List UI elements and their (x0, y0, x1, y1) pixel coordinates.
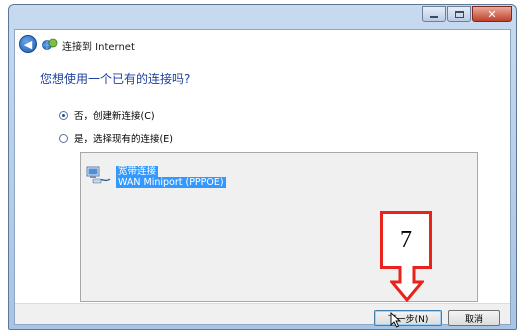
option-use-existing[interactable]: 是，选择现有的连接(E) (59, 131, 173, 145)
radio-button-selected[interactable] (59, 110, 68, 120)
network-connection-icon (86, 166, 111, 184)
minimize-button[interactable] (422, 6, 446, 22)
back-arrow-icon: ◀ (23, 37, 33, 51)
back-button[interactable]: ◀ (19, 35, 37, 53)
cancel-button[interactable]: 取消 (448, 310, 500, 326)
connect-to-internet-window: ✕ ◀ 连接到 Internet 您想使用一个已有的连接吗? 否，创建新连接(C… (8, 4, 517, 330)
dialog-title: 连接到 Internet (62, 42, 135, 53)
close-button[interactable]: ✕ (472, 6, 512, 22)
step-annotation-box: 7 (380, 211, 432, 269)
cancel-button-label: 取消 (464, 314, 483, 325)
option-label: 否，创建新连接(C) (74, 111, 155, 122)
connection-item-name[interactable]: 宽带连接 (116, 166, 159, 177)
maximize-button[interactable] (447, 6, 471, 22)
next-button[interactable]: 下一步(N) (374, 310, 442, 326)
radio-button[interactable] (59, 133, 68, 143)
maximize-icon (454, 10, 464, 18)
option-create-new[interactable]: 否，创建新连接(C) (59, 108, 155, 122)
connection-item-device[interactable]: WAN Miniport (PPPOE) (116, 177, 226, 188)
mouse-cursor-icon (390, 312, 402, 328)
page-heading: 您想使用一个已有的连接吗? (40, 72, 191, 86)
window-caption-buttons: ✕ (422, 6, 512, 22)
dialog-client-area: ◀ 连接到 Internet 您想使用一个已有的连接吗? 否，创建新连接(C) … (14, 29, 511, 326)
option-label: 是，选择现有的连接(E) (74, 134, 173, 145)
minimize-icon (430, 15, 438, 18)
internet-connection-icon (42, 38, 58, 50)
step-number: 7 (400, 226, 412, 253)
annotation-arrow-icon (390, 266, 424, 302)
close-icon: ✕ (487, 7, 497, 21)
